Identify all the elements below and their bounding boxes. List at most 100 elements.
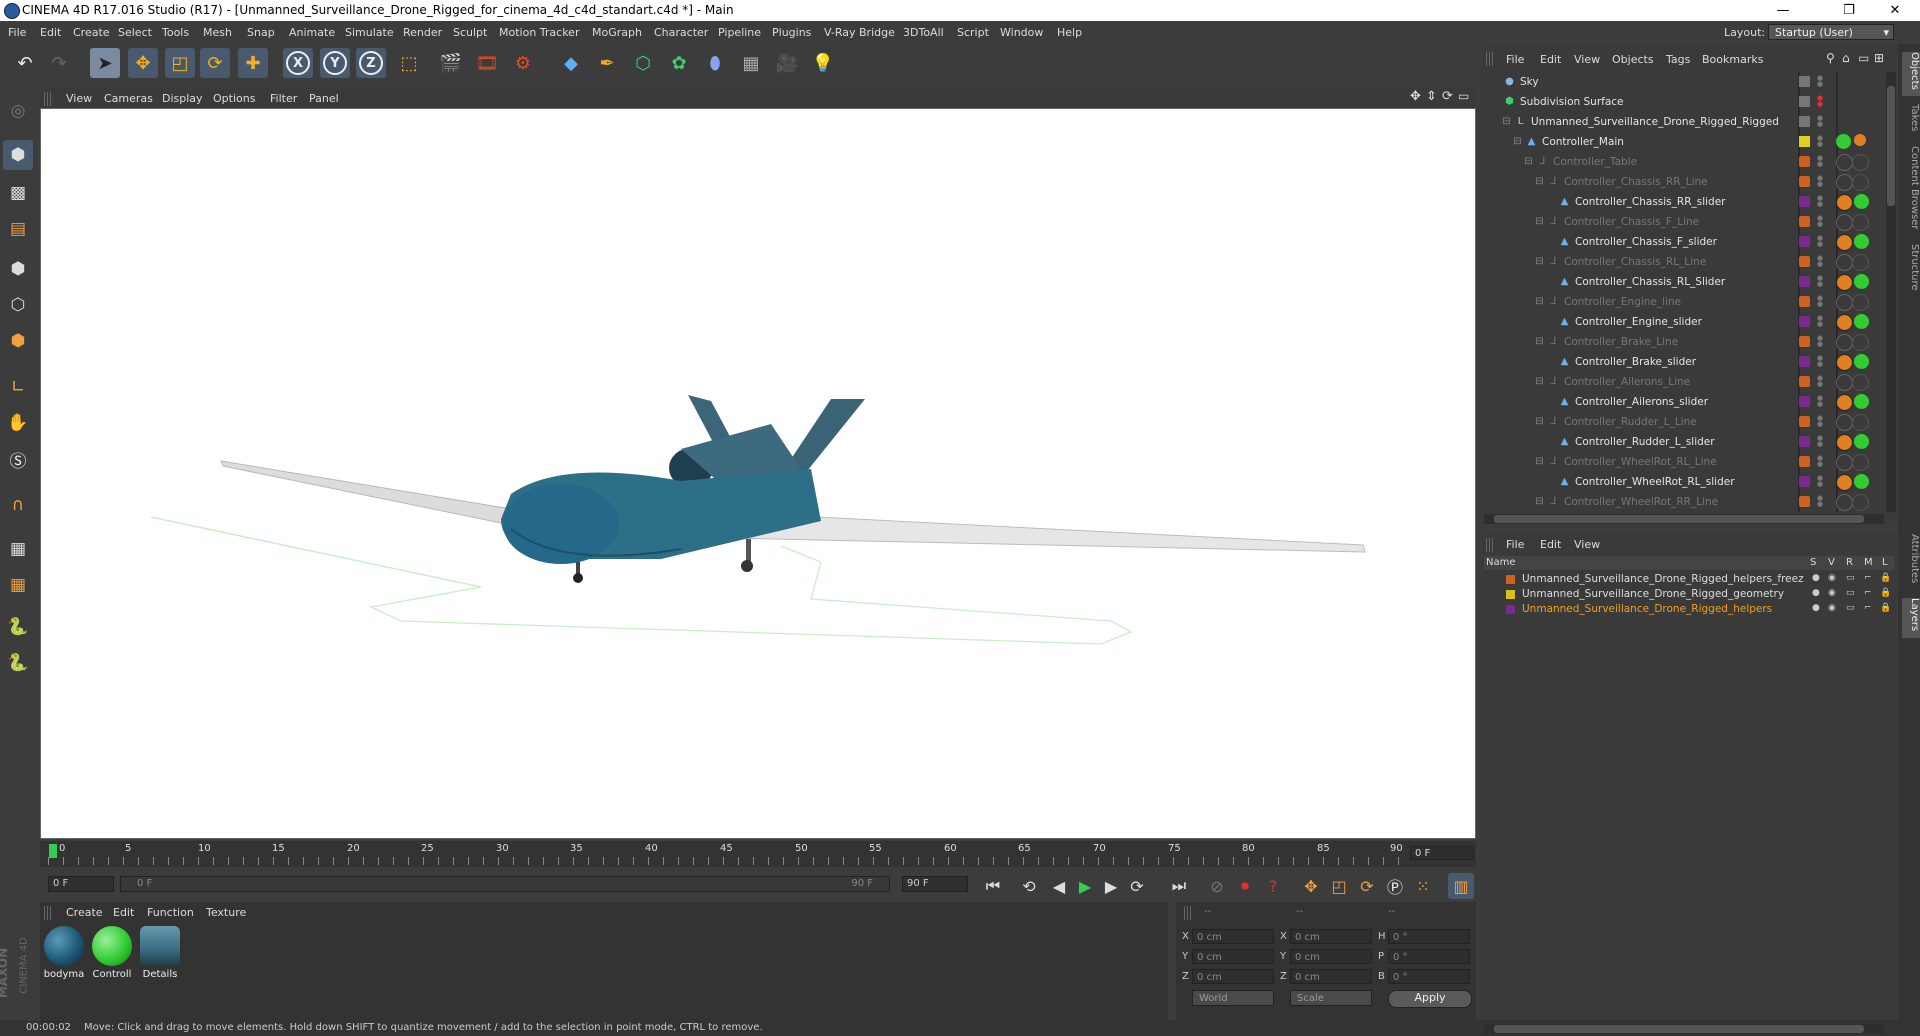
object-row[interactable]: ⊟ ⅃ Controller_Ailerons_Line ● ● [1484, 372, 1894, 392]
layer-color-swatch[interactable] [1799, 296, 1810, 307]
viewport-dolly-icon[interactable]: ⇕ [1426, 89, 1437, 104]
layer-name[interactable]: Unmanned_Surveillance_Drone_Rigged_geome… [1522, 588, 1784, 600]
display-tag-icon[interactable] [1852, 454, 1869, 471]
undo-icon[interactable]: ↶ [10, 48, 40, 78]
layout-dropdown[interactable]: Startup (User) ▾ [1768, 24, 1894, 40]
position-x-field[interactable]: 0 cm [1192, 929, 1274, 944]
y-axis-icon[interactable]: Y [320, 48, 350, 78]
material-menu-function[interactable]: Function [147, 906, 194, 919]
layer-list-hscrollbar[interactable] [1484, 1024, 1884, 1034]
expand-toggle-icon[interactable] [1545, 436, 1556, 447]
key-position-icon[interactable]: ✥ [1298, 873, 1324, 899]
position-y-field[interactable]: 0 cm [1192, 949, 1274, 964]
tweak-mode-icon[interactable]: ✋ [3, 408, 33, 438]
display-tag-icon[interactable] [1852, 154, 1869, 171]
layer-row[interactable]: Unmanned_Surveillance_Drone_Rigged_geome… [1484, 587, 1894, 602]
material-tag-icon[interactable] [1854, 274, 1869, 289]
layer-color-swatch[interactable] [1799, 396, 1810, 407]
new-view-icon[interactable]: ▭ [1858, 51, 1869, 65]
pen-spline-icon[interactable]: ✒ [592, 48, 622, 78]
menu-file[interactable]: File [8, 26, 26, 39]
menu-tools[interactable]: Tools [162, 26, 189, 39]
layer-name[interactable]: Unmanned_Surveillance_Drone_Rigged_helpe… [1522, 603, 1772, 615]
menu-motion-tracker[interactable]: Motion Tracker [499, 26, 579, 39]
layer-col-solo[interactable]: S [1810, 557, 1816, 568]
viewport-menu-filter[interactable]: Filter [270, 92, 297, 105]
display-tag-icon[interactable] [1852, 414, 1869, 431]
workplane-icon[interactable]: ▤ [3, 214, 33, 244]
layer-color-swatch[interactable] [1799, 356, 1810, 367]
size-z-field[interactable]: 0 cm [1290, 969, 1372, 984]
xpresso-tag-icon[interactable] [1854, 134, 1866, 146]
viewport-menu-display[interactable]: Display [162, 92, 203, 105]
timeline-window-icon[interactable]: ▥ [1448, 873, 1474, 899]
panel-grip[interactable] [1486, 538, 1494, 552]
viewport-maximize-icon[interactable]: ▭ [1458, 89, 1469, 103]
layer-color-swatch[interactable] [1799, 496, 1810, 507]
solo-toggle-icon[interactable]: ● [1812, 573, 1820, 583]
layer-color-swatch[interactable] [1799, 236, 1810, 247]
menu-sculpt[interactable]: Sculpt [453, 26, 487, 39]
apply-button[interactable]: Apply [1388, 990, 1472, 1008]
panel-grip[interactable] [1486, 52, 1494, 66]
model-mode-icon[interactable]: ⬢ [3, 140, 33, 170]
object-name[interactable]: Controller_Brake_Line [1564, 336, 1678, 348]
panel-grip[interactable] [1184, 906, 1192, 920]
layer-color-swatch[interactable] [1799, 276, 1810, 287]
object-row[interactable]: ● Sky ● ● [1484, 72, 1894, 92]
size-x-field[interactable]: 0 cm [1290, 929, 1372, 944]
layer-color-swatch[interactable] [1799, 116, 1810, 127]
view-toggle-icon[interactable]: ◉ [1828, 588, 1836, 598]
object-name[interactable]: Controller_WheelRot_RL_Line [1564, 456, 1717, 468]
layer-row[interactable]: Unmanned_Surveillance_Drone_Rigged_helpe… [1484, 572, 1894, 587]
size-y-field[interactable]: 0 cm [1290, 949, 1372, 964]
protection-tag-icon[interactable] [1836, 274, 1853, 291]
viewport-move-icon[interactable]: ✥ [1410, 89, 1421, 104]
render-picture-icon[interactable]: 🎞 [472, 48, 502, 78]
material-swatch-details[interactable]: Details [138, 926, 182, 980]
layer-color-swatch[interactable] [1506, 605, 1515, 614]
go-to-start-icon[interactable]: ⏮ [980, 873, 1006, 899]
visibility-dots-icon[interactable]: ● ● [1817, 375, 1823, 388]
hscrollbar-thumb[interactable] [1494, 1025, 1864, 1033]
layer-color-swatch[interactable] [1799, 176, 1810, 187]
x-axis-icon[interactable]: X [283, 48, 313, 78]
render-view-icon[interactable]: 🎬 [436, 48, 466, 78]
layer-color-swatch[interactable] [1799, 136, 1810, 147]
polygons-mode-icon[interactable]: ⬢ [3, 326, 33, 356]
display-tag-icon[interactable] [1852, 254, 1869, 271]
display-tag-icon[interactable] [1852, 294, 1869, 311]
expand-toggle-icon[interactable]: ⊟ [1534, 456, 1545, 467]
menu-character[interactable]: Character [654, 26, 708, 39]
layer-color-swatch[interactable] [1799, 156, 1810, 167]
close-button[interactable]: ✕ [1872, 0, 1918, 21]
hscrollbar-thumb[interactable] [1494, 515, 1864, 523]
expand-toggle-icon[interactable] [1545, 316, 1556, 327]
protection-tag-icon[interactable] [1836, 154, 1853, 171]
object-name[interactable]: Controller_Chassis_RR_Line [1564, 176, 1708, 188]
deformer-icon[interactable]: ⬮ [700, 48, 730, 78]
menu-animate[interactable]: Animate [289, 26, 335, 39]
scale-icon[interactable]: ◰ [165, 48, 195, 78]
object-name[interactable]: Controller_Table [1553, 156, 1637, 168]
object-list-scrollbar[interactable] [1886, 72, 1896, 512]
menu-simulate[interactable]: Simulate [345, 26, 394, 39]
expand-toggle-icon[interactable]: ⊟ [1534, 256, 1545, 267]
expand-toggle-icon[interactable] [1545, 196, 1556, 207]
layer-color-swatch[interactable] [1799, 96, 1810, 107]
lock-toggle-icon[interactable]: 🔒 [1880, 573, 1891, 583]
object-row[interactable]: ▲ Controller_Chassis_RL_Slider ● ● [1484, 272, 1894, 292]
object-list-hscrollbar[interactable] [1484, 514, 1884, 524]
panel-grip[interactable] [44, 92, 52, 106]
next-key-icon[interactable]: ⟳ [1124, 873, 1150, 899]
layer-color-swatch[interactable] [1799, 216, 1810, 227]
visibility-dots-icon[interactable]: ● ● [1817, 295, 1823, 308]
object-name[interactable]: Controller_WheelRot_RR_Line [1564, 496, 1718, 508]
expand-toggle-icon[interactable]: ⊟ [1534, 416, 1545, 427]
object-row[interactable]: ⊟ ⅃ Controller_Chassis_RR_Line ● ● [1484, 172, 1894, 192]
material-tag-icon[interactable] [1854, 354, 1869, 369]
object-name[interactable]: Controller_Ailerons_Line [1564, 376, 1690, 388]
layer-color-swatch[interactable] [1799, 416, 1810, 427]
object-row[interactable]: ⊟ ▲ Controller_Main ● ● [1484, 132, 1894, 152]
tab-takes[interactable]: Takes [1902, 104, 1920, 138]
